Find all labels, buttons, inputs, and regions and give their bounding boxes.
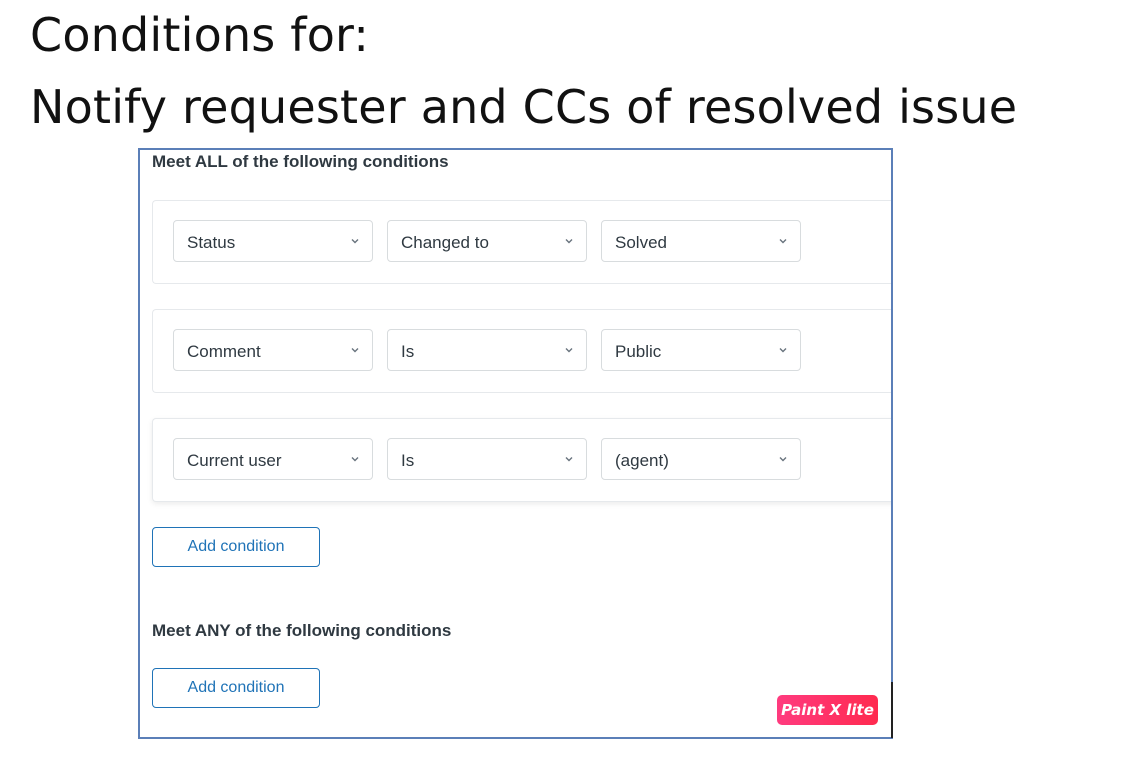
- chevron-down-icon: [565, 348, 573, 353]
- chevron-down-icon: [779, 239, 787, 244]
- conditions-panel: Meet ALL of the following conditions Sta…: [138, 148, 893, 739]
- add-all-condition-button[interactable]: Add condition: [152, 527, 320, 567]
- condition-operator-select[interactable]: Is: [387, 329, 587, 371]
- condition-row: Comment Is Public: [152, 309, 891, 393]
- select-value: (agent): [615, 451, 669, 470]
- heading-line-1: Conditions for:: [30, 8, 370, 62]
- condition-field-select[interactable]: Comment: [173, 329, 373, 371]
- select-value: Status: [187, 233, 236, 252]
- add-any-condition-button[interactable]: Add condition: [152, 668, 320, 708]
- condition-operator-select[interactable]: Is: [387, 438, 587, 480]
- all-conditions-title: Meet ALL of the following conditions: [152, 152, 449, 171]
- select-value: Changed to: [401, 233, 489, 252]
- any-conditions-title: Meet ANY of the following conditions: [152, 621, 452, 640]
- condition-value-select[interactable]: Solved: [601, 220, 801, 262]
- condition-row: Status Changed to Solved: [152, 200, 891, 284]
- chevron-down-icon: [565, 457, 573, 462]
- chevron-down-icon: [779, 457, 787, 462]
- chevron-down-icon: [779, 348, 787, 353]
- chevron-down-icon: [351, 457, 359, 462]
- divider: [891, 682, 893, 738]
- select-value: Solved: [615, 233, 667, 252]
- heading-line-2: Notify requester and CCs of resolved iss…: [30, 80, 1018, 134]
- condition-field-select[interactable]: Current user: [173, 438, 373, 480]
- condition-value-select[interactable]: Public: [601, 329, 801, 371]
- chevron-down-icon: [565, 239, 573, 244]
- chevron-down-icon: [351, 348, 359, 353]
- select-value: Is: [401, 451, 415, 470]
- condition-field-select[interactable]: Status: [173, 220, 373, 262]
- select-value: Comment: [187, 342, 261, 361]
- condition-value-select[interactable]: (agent): [601, 438, 801, 480]
- select-value: Public: [615, 342, 662, 361]
- condition-operator-select[interactable]: Changed to: [387, 220, 587, 262]
- select-value: Current user: [187, 451, 282, 470]
- chevron-down-icon: [351, 239, 359, 244]
- paint-x-lite-watermark: Paint X lite: [777, 695, 878, 725]
- condition-row: Current user Is (agent): [152, 418, 891, 502]
- select-value: Is: [401, 342, 415, 361]
